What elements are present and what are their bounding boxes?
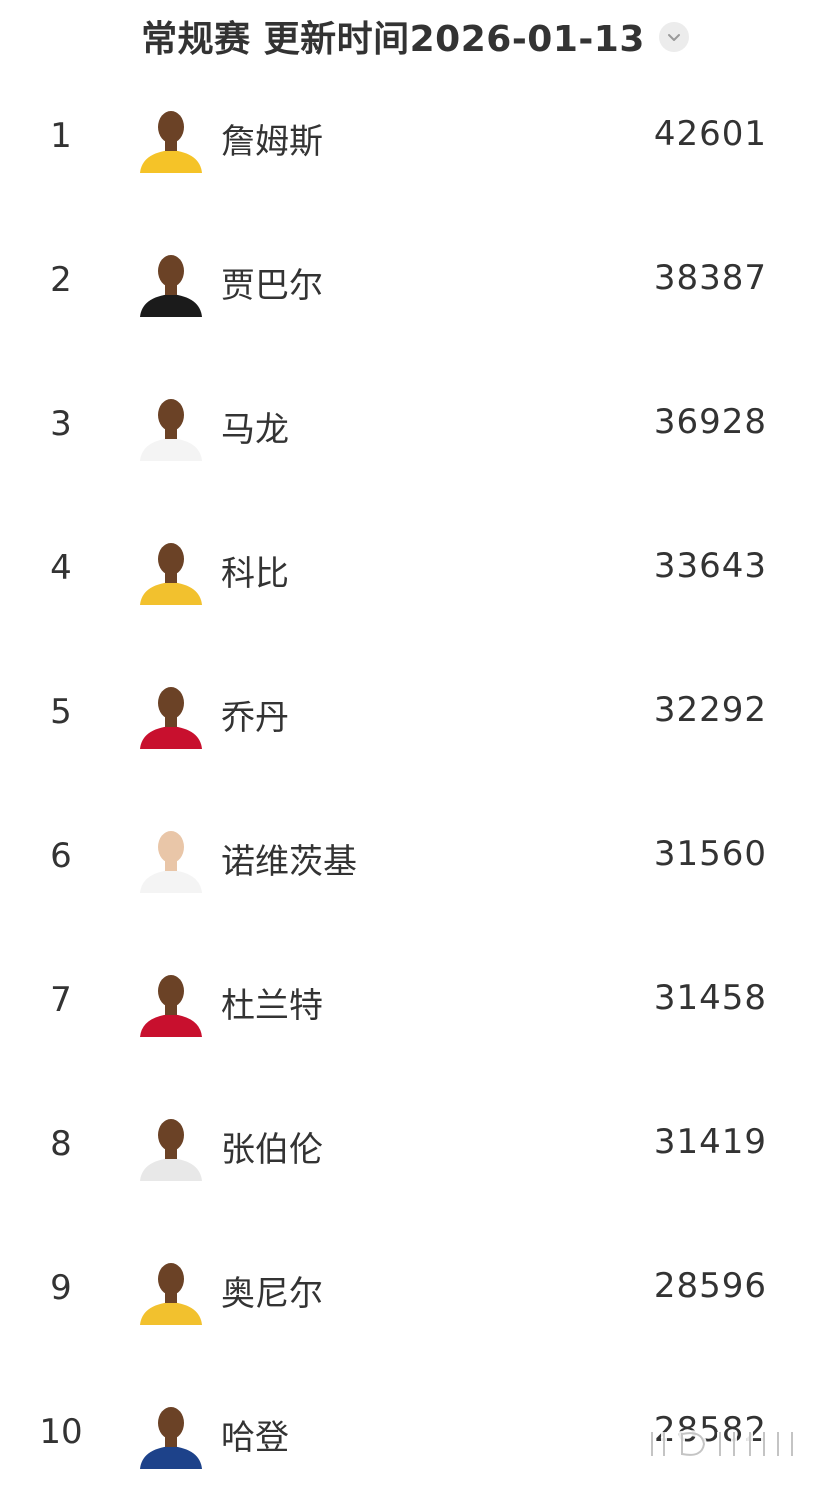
rank-number: 1: [50, 116, 72, 156]
points-value: 31458: [653, 978, 767, 1018]
rank-number: 6: [50, 836, 72, 876]
player-name: 马龙: [221, 410, 289, 450]
player-name: 科比: [221, 554, 289, 594]
player-avatar: [140, 111, 202, 173]
list-item[interactable]: 8 张伯伦 31419: [0, 1076, 830, 1220]
player-avatar: [140, 399, 202, 461]
watermark-icon: [649, 1430, 795, 1458]
player-name: 乔丹: [221, 698, 289, 738]
list-item[interactable]: 6 诺维茨基 31560: [0, 788, 830, 932]
points-value: 31419: [653, 1122, 767, 1162]
player-avatar: [140, 975, 202, 1037]
points-value: 38387: [653, 258, 767, 298]
points-value: 32292: [653, 690, 767, 730]
rank-number: 3: [50, 404, 72, 444]
rank-number: 7: [50, 980, 72, 1020]
player-name: 哈登: [221, 1418, 289, 1458]
player-avatar: [140, 831, 202, 893]
rank-number: 9: [50, 1268, 72, 1308]
player-avatar: [140, 687, 202, 749]
points-value: 31560: [653, 834, 767, 874]
chevron-down-icon: [667, 34, 680, 41]
page-title: 常规赛 更新时间2026-01-13: [141, 19, 645, 60]
player-avatar: [140, 1263, 202, 1325]
points-value: 33643: [653, 546, 767, 586]
list-item[interactable]: 2 贾巴尔 38387: [0, 212, 830, 356]
player-name: 詹姆斯: [221, 122, 323, 162]
page-header: 常规赛 更新时间2026-01-13: [0, 0, 830, 72]
rank-number: 4: [50, 548, 72, 588]
list-item[interactable]: 7 杜兰特 31458: [0, 932, 830, 1076]
player-avatar: [140, 255, 202, 317]
list-item[interactable]: 3 马龙 36928: [0, 356, 830, 500]
player-avatar: [140, 543, 202, 605]
points-value: 28596: [653, 1266, 767, 1306]
player-name: 奥尼尔: [221, 1274, 323, 1314]
player-name: 诺维茨基: [221, 842, 357, 882]
points-value: 36928: [653, 402, 767, 442]
rank-number: 5: [50, 692, 72, 732]
list-item[interactable]: 9 奥尼尔 28596: [0, 1220, 830, 1364]
points-value: 42601: [653, 114, 767, 154]
player-name: 贾巴尔: [221, 266, 323, 306]
player-avatar: [140, 1119, 202, 1181]
rank-number: 2: [50, 260, 72, 300]
rank-number: 10: [39, 1412, 83, 1452]
player-name: 张伯伦: [221, 1130, 323, 1170]
player-avatar: [140, 1407, 202, 1469]
rank-number: 8: [50, 1124, 72, 1164]
player-name: 杜兰特: [221, 986, 323, 1026]
list-item[interactable]: 4 科比 33643: [0, 500, 830, 644]
list-item[interactable]: 5 乔丹 32292: [0, 644, 830, 788]
list-item[interactable]: 1 詹姆斯 42601: [0, 68, 830, 212]
expand-dropdown-button[interactable]: [658, 22, 689, 52]
